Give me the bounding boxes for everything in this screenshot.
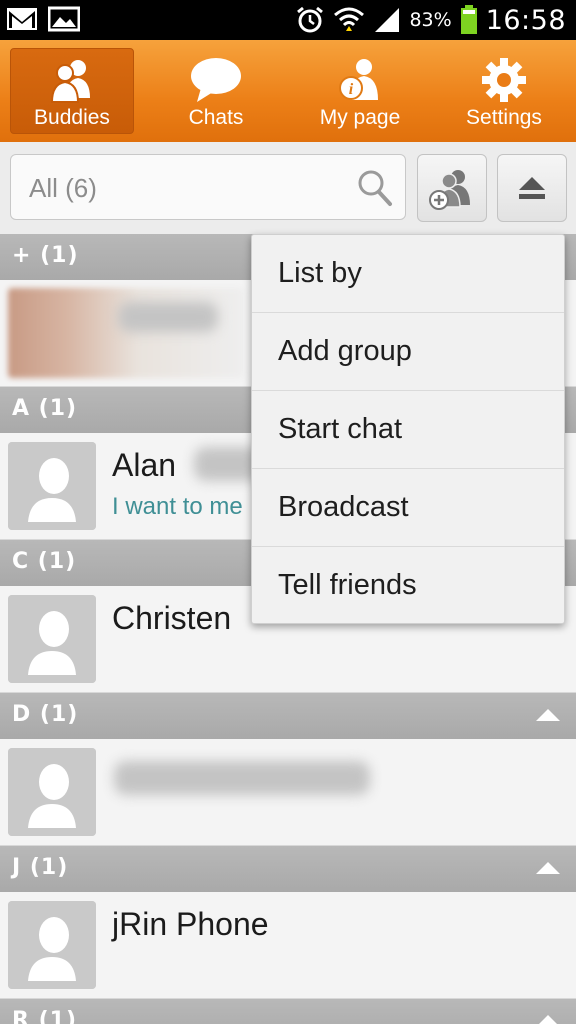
blurred-name	[114, 761, 370, 795]
search-filter-text: All (6)	[29, 173, 97, 203]
tab-label: Settings	[466, 106, 542, 129]
default-avatar-icon	[8, 901, 96, 989]
add-buddy-icon	[429, 170, 470, 210]
menu-item-label: Tell friends	[278, 569, 417, 601]
add-buddy-button[interactable]	[417, 154, 487, 222]
signal-icon	[375, 8, 400, 32]
gmail-icon	[7, 8, 37, 30]
collapse-caret-icon[interactable]	[536, 1015, 560, 1024]
alarm-icon	[297, 6, 324, 33]
buddy-name: jRin Phone	[112, 906, 269, 942]
menu-item-broadcast[interactable]: Broadcast	[252, 469, 564, 547]
tab-chats[interactable]: Chats	[144, 40, 288, 142]
battery-percent: 83%	[409, 9, 452, 31]
default-avatar-icon	[8, 595, 96, 683]
menu-item-label: Add group	[278, 335, 412, 367]
menu-item-label: Start chat	[278, 413, 403, 445]
section-label: C (1)	[12, 549, 77, 574]
avatar	[8, 901, 96, 989]
section-label: J (1)	[12, 855, 69, 880]
buddy-status: I want to me	[112, 493, 243, 520]
default-avatar-icon	[8, 442, 96, 530]
blurred-name	[118, 302, 218, 332]
menu-item-label: List by	[278, 257, 362, 289]
search-input[interactable]: All (6)	[10, 154, 406, 220]
tab-settings[interactable]: Settings	[432, 40, 576, 142]
gear-icon	[480, 56, 528, 104]
svg-text:i: i	[349, 81, 354, 98]
section-header[interactable]: D (1)	[0, 693, 576, 739]
menu-item-add-group[interactable]: Add group	[252, 313, 564, 391]
tab-bar: Buddies Chats i My page Settings	[0, 40, 576, 142]
eject-icon	[519, 177, 545, 199]
section-label: R (1)	[12, 1008, 78, 1024]
buddy-row[interactable]	[0, 739, 576, 846]
menu-item-tell-friends[interactable]: Tell friends	[252, 547, 564, 625]
default-avatar-icon	[8, 748, 96, 836]
buddies-icon	[48, 56, 96, 104]
tab-label: Chats	[188, 106, 244, 129]
menu-item-list-by[interactable]: List by	[252, 235, 564, 313]
menu-item-label: Broadcast	[278, 491, 409, 523]
tab-label: Buddies	[34, 106, 110, 129]
tab-buddies[interactable]: Buddies	[0, 40, 144, 142]
options-menu: List by Add group Start chat Broadcast T…	[251, 234, 565, 624]
clock: 16:58	[485, 4, 566, 36]
tab-my-page[interactable]: i My page	[288, 40, 432, 142]
menu-toggle-button[interactable]	[497, 154, 567, 222]
my-page-icon: i	[336, 56, 384, 104]
section-label: + (1)	[12, 243, 79, 268]
section-label: A (1)	[12, 396, 78, 421]
gallery-icon	[48, 6, 80, 32]
collapse-caret-icon[interactable]	[536, 709, 560, 721]
search-row: All (6)	[0, 142, 576, 234]
avatar	[8, 748, 96, 836]
avatar	[8, 442, 96, 530]
buddy-name: Alan	[112, 447, 177, 483]
tab-label: My page	[319, 106, 401, 129]
buddy-row[interactable]: jRin Phone	[0, 892, 576, 999]
section-header[interactable]: R (1)	[0, 999, 576, 1024]
buddy-name: Christen	[112, 600, 232, 636]
chat-bubble-icon	[189, 56, 243, 104]
battery-icon	[460, 5, 477, 34]
section-label: D (1)	[12, 702, 79, 727]
avatar	[8, 595, 96, 683]
status-bar: 83% 16:58	[0, 0, 576, 40]
menu-item-start-chat[interactable]: Start chat	[252, 391, 564, 469]
wifi-icon	[334, 7, 365, 31]
search-icon[interactable]	[357, 169, 393, 207]
collapse-caret-icon[interactable]	[536, 862, 560, 874]
section-header[interactable]: J (1)	[0, 846, 576, 892]
